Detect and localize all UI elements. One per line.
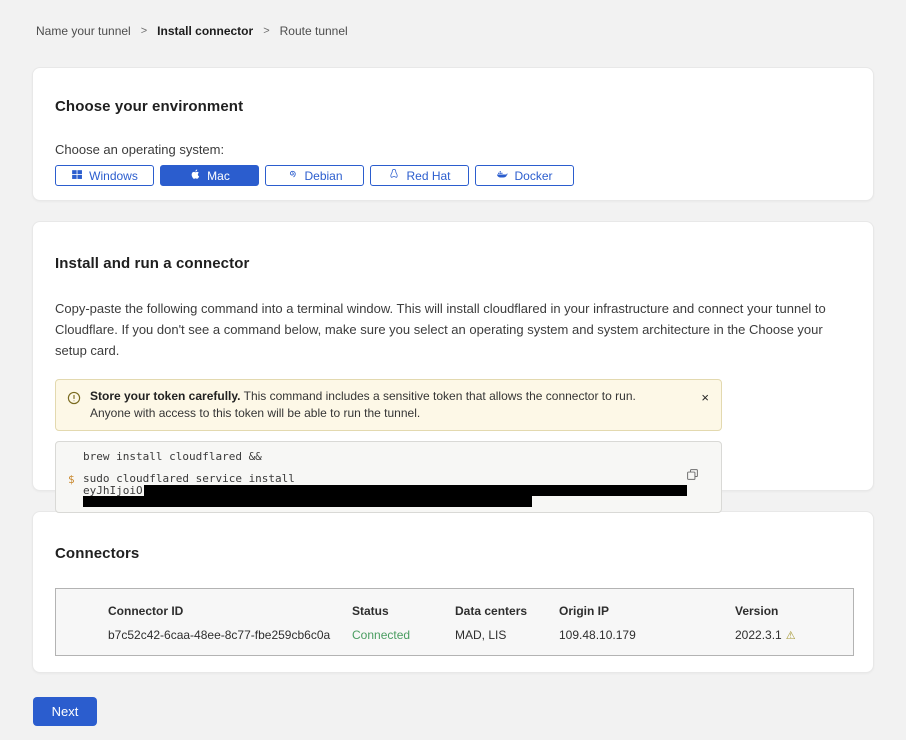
token-warning-bold: Store your token carefully.: [90, 389, 241, 403]
redacted-token-bar: [83, 496, 532, 507]
install-card: Install and run a connector Copy-paste t…: [32, 221, 874, 491]
breadcrumb-name-your-tunnel[interactable]: Name your tunnel: [36, 24, 131, 38]
connector-id-value: b7c52c42-6caa-48ee-8c77-fbe259cb6c0a: [108, 628, 352, 642]
os-button-windows[interactable]: Windows: [55, 165, 154, 186]
warning-triangle-icon: ⚠: [786, 629, 796, 642]
os-button-debian[interactable]: Debian: [265, 165, 364, 186]
breadcrumb-separator: >: [263, 25, 269, 37]
install-command-code-block: $ brew install cloudflared && sudo cloud…: [55, 441, 722, 513]
os-button-redhat[interactable]: Red Hat: [370, 165, 469, 186]
next-button[interactable]: Next: [33, 697, 97, 726]
os-select-label: Choose an operating system:: [55, 142, 851, 157]
close-icon[interactable]: ×: [701, 392, 709, 404]
code-line-service-install: sudo cloudflared service install: [83, 473, 705, 484]
connectors-card-title: Connectors: [55, 545, 851, 562]
data-centers-value: MAD, LIS: [455, 628, 559, 642]
windows-icon: [71, 168, 83, 183]
install-description: Copy-paste the following command into a …: [55, 298, 851, 361]
breadcrumb-install-connector[interactable]: Install connector: [157, 24, 253, 38]
os-button-row: Windows Mac Debian Red Hat Docker: [55, 165, 851, 186]
column-header-data-centers: Data centers: [455, 604, 559, 618]
environment-card: Choose your environment Choose an operat…: [32, 67, 874, 201]
code-line-brew: brew install cloudflared &&: [83, 451, 705, 462]
token-warning-banner: Store your token carefully. This command…: [55, 379, 722, 431]
breadcrumb-route-tunnel[interactable]: Route tunnel: [280, 24, 348, 38]
origin-ip-value: 109.48.10.179: [559, 628, 735, 642]
code-line-token: eyJhIjoiO: [83, 485, 705, 496]
redhat-linux-icon: [388, 168, 400, 183]
breadcrumb-separator: >: [141, 25, 147, 37]
os-button-mac[interactable]: Mac: [160, 165, 259, 186]
terminal-prompt: $: [68, 473, 75, 486]
token-warning-text: Store your token carefully. This command…: [90, 388, 709, 422]
status-badge: Connected: [352, 628, 455, 642]
column-header-version: Version: [735, 604, 853, 618]
environment-card-title: Choose your environment: [55, 98, 851, 115]
version-value: 2022.3.1 ⚠: [735, 628, 853, 642]
os-button-label: Debian: [304, 169, 342, 183]
os-button-label: Windows: [89, 169, 138, 183]
copy-command-button[interactable]: [686, 468, 699, 484]
alert-circle-icon: [67, 391, 81, 405]
table-row: b7c52c42-6caa-48ee-8c77-fbe259cb6c0a Con…: [108, 618, 853, 642]
apple-icon: [189, 168, 201, 183]
column-header-origin-ip: Origin IP: [559, 604, 735, 618]
connectors-card: Connectors Connector ID Status Data cent…: [32, 511, 874, 673]
token-prefix: eyJhIjoiO: [83, 485, 143, 496]
connectors-table-header: Connector ID Status Data centers Origin …: [108, 604, 853, 618]
docker-whale-icon: [496, 168, 508, 183]
column-header-connector-id: Connector ID: [108, 604, 352, 618]
os-button-label: Docker: [514, 169, 552, 183]
os-button-docker[interactable]: Docker: [475, 165, 574, 186]
debian-icon: [286, 168, 298, 183]
install-card-title: Install and run a connector: [55, 255, 851, 272]
os-button-label: Mac: [207, 169, 230, 183]
breadcrumb: Name your tunnel > Install connector > R…: [0, 0, 906, 38]
column-header-status: Status: [352, 604, 455, 618]
connectors-table: Connector ID Status Data centers Origin …: [55, 588, 854, 656]
os-button-label: Red Hat: [406, 169, 450, 183]
copy-icon: [686, 469, 699, 484]
redacted-token-bar: [144, 485, 687, 496]
